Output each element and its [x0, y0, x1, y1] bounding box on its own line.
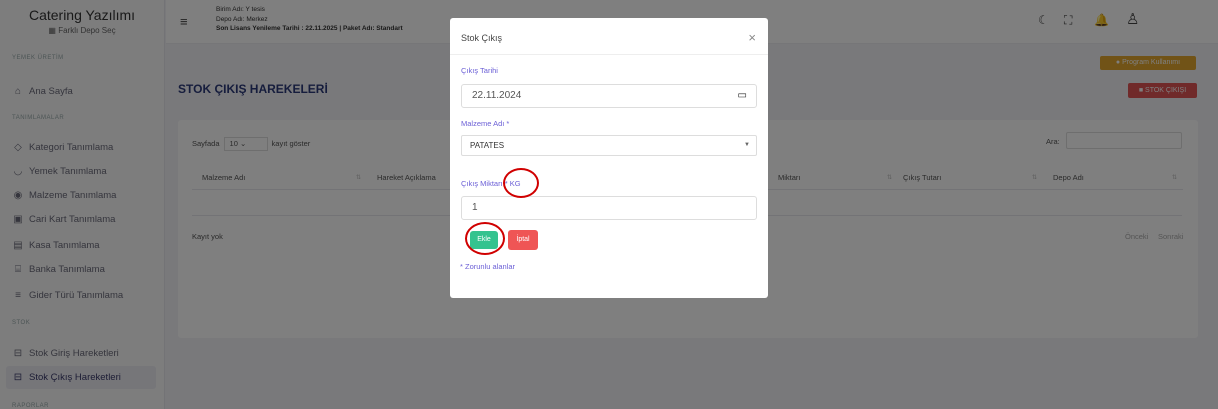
close-icon[interactable]: ×	[748, 30, 756, 45]
calendar-icon[interactable]: ▭	[738, 85, 747, 107]
material-value: PATATES	[470, 141, 505, 150]
quantity-label-text: Çıkış Miktarı	[461, 179, 503, 188]
date-field[interactable]: 22.11.2024 ▭	[461, 84, 757, 108]
date-label: Çıkış Tarihi	[461, 66, 498, 75]
annotation-circle-unit	[503, 168, 539, 198]
chevron-down-icon: ▼	[744, 142, 750, 148]
date-value: 22.11.2024	[472, 90, 522, 101]
quantity-field[interactable]: 1	[461, 196, 757, 220]
quantity-value: 1	[472, 202, 478, 213]
material-select[interactable]: PATATES ▼	[461, 135, 757, 156]
cancel-button[interactable]: İptal	[508, 230, 538, 250]
material-label: Malzeme Adı *	[461, 119, 510, 128]
modal-header: Stok Çıkış ×	[450, 18, 768, 55]
stock-out-modal: Stok Çıkış × Çıkış Tarihi 22.11.2024 ▭ Ma…	[450, 18, 768, 298]
annotation-circle-save	[465, 222, 505, 255]
modal-title: Stok Çıkış	[461, 33, 503, 43]
required-note: * Zorunlu alanlar	[460, 262, 516, 271]
